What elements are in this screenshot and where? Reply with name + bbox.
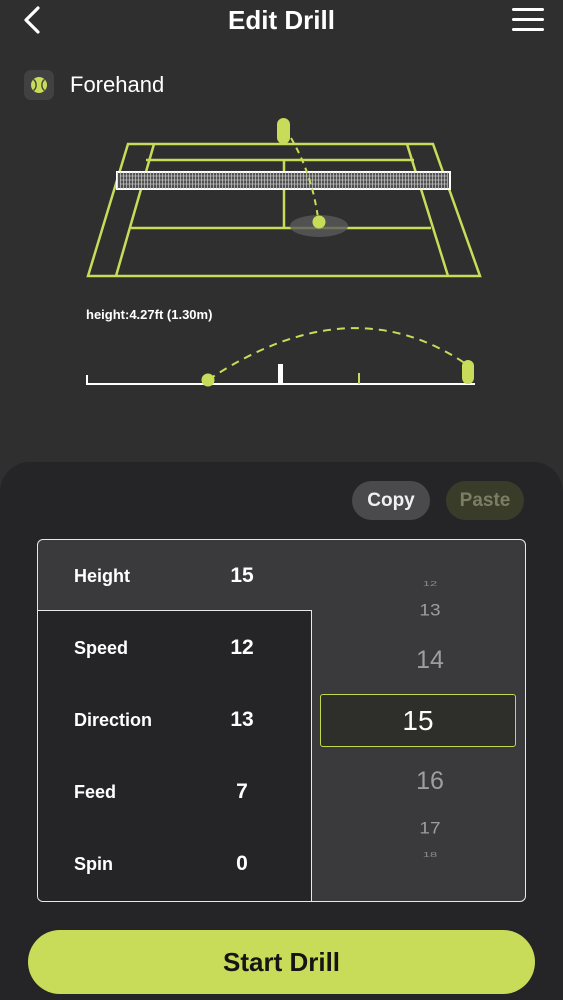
tennis-net bbox=[116, 171, 451, 190]
menu-button[interactable] bbox=[508, 4, 548, 36]
picker-option[interactable]: 17 bbox=[349, 820, 511, 839]
ball-landing-point bbox=[312, 215, 326, 229]
picker-option[interactable]: 18 bbox=[349, 850, 511, 858]
param-row-direction[interactable]: Direction 13 bbox=[38, 700, 312, 740]
param-row-feed[interactable]: Feed 7 bbox=[38, 772, 312, 812]
param-row-speed[interactable]: Speed 12 bbox=[38, 628, 312, 668]
param-row-height[interactable]: Height 15 bbox=[38, 556, 312, 596]
ball-start-point bbox=[201, 373, 215, 387]
picker-option[interactable]: 13 bbox=[349, 602, 511, 621]
paste-button[interactable]: Paste bbox=[446, 481, 524, 520]
trajectory-side-view[interactable] bbox=[80, 320, 485, 390]
param-value: 0 bbox=[236, 852, 248, 875]
param-value: 15 bbox=[230, 564, 254, 587]
copy-button[interactable]: Copy bbox=[352, 481, 430, 520]
param-value: 7 bbox=[236, 780, 248, 803]
param-name: Height bbox=[74, 566, 130, 586]
net-post-marker bbox=[278, 364, 283, 385]
tennis-court-diagram[interactable] bbox=[80, 114, 485, 284]
ball-machine-marker bbox=[462, 360, 474, 384]
start-drill-button[interactable]: Start Drill bbox=[28, 930, 535, 994]
header-bar: Edit Drill bbox=[0, 0, 563, 44]
param-name: Speed bbox=[74, 638, 129, 658]
stroke-type-row[interactable]: Forehand bbox=[24, 68, 164, 102]
hamburger-menu-icon bbox=[512, 28, 544, 31]
court-lines bbox=[86, 142, 482, 278]
parameters-editor: Height 15 Speed 12 Direction 13 Feed 7 S… bbox=[37, 539, 526, 902]
picker-option[interactable]: 14 bbox=[349, 646, 511, 675]
tennis-ball-icon bbox=[24, 70, 54, 100]
picker-selected-value[interactable]: 15 bbox=[320, 694, 516, 747]
hamburger-menu-icon bbox=[512, 18, 544, 21]
param-list: Speed 12 Direction 13 Feed 7 Spin 0 bbox=[38, 610, 312, 901]
param-name: Feed bbox=[74, 782, 117, 802]
picker-option[interactable]: 16 bbox=[349, 767, 511, 796]
picker-option[interactable]: 12 bbox=[349, 579, 511, 587]
param-value: 12 bbox=[230, 636, 254, 659]
param-row-spin[interactable]: Spin 0 bbox=[38, 844, 312, 884]
param-name: Direction bbox=[74, 710, 153, 730]
hamburger-menu-icon bbox=[512, 8, 544, 11]
ball-arc bbox=[207, 327, 467, 381]
page-title: Edit Drill bbox=[228, 5, 335, 35]
stroke-type-label: Forehand bbox=[70, 72, 165, 97]
param-name: Spin bbox=[74, 854, 113, 874]
param-value: 13 bbox=[230, 708, 254, 731]
ball-machine-marker bbox=[277, 118, 290, 144]
